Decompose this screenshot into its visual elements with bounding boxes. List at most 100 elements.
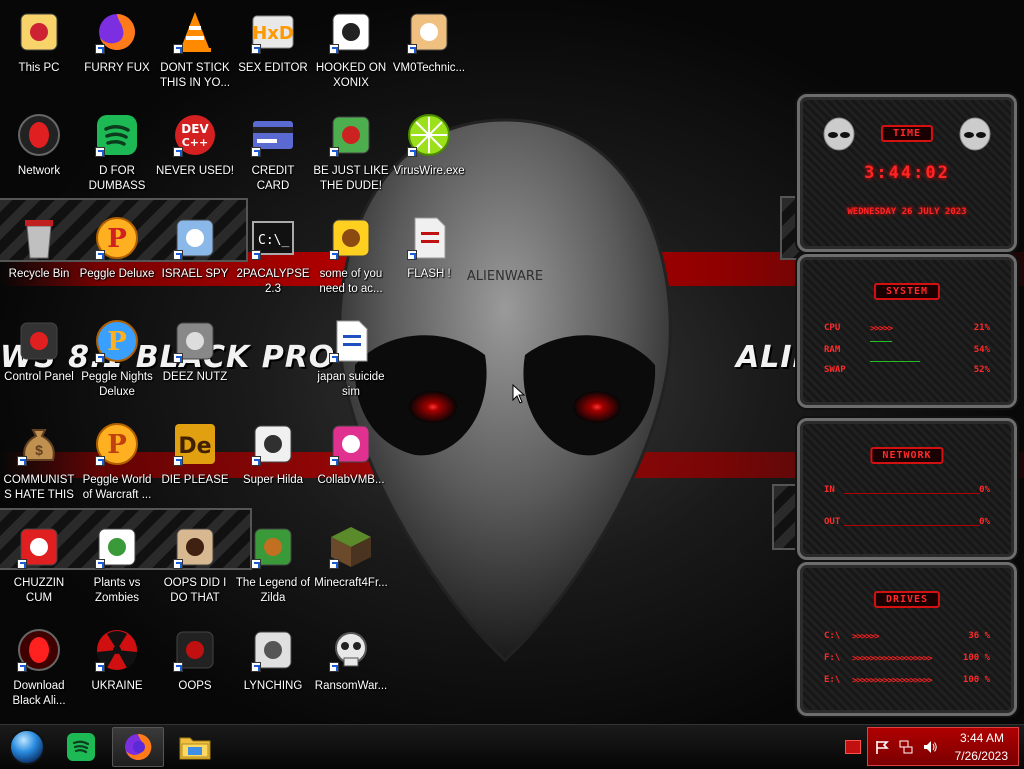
credit-card-icon xyxy=(249,111,297,159)
cpu-bar: >>>>> xyxy=(870,324,893,334)
skull-icon xyxy=(327,626,375,674)
network-in-label: IN xyxy=(824,485,835,495)
desktop-icon[interactable]: Plants vs Zombies xyxy=(78,523,156,606)
tray-alert-icon[interactable] xyxy=(845,740,861,754)
desktop-icon[interactable]: UKRAINE xyxy=(78,626,156,694)
cartoon-face-icon xyxy=(15,8,63,56)
svg-text:De: De xyxy=(178,434,211,459)
desktop-icon[interactable]: FLASH ! xyxy=(390,214,468,282)
desktop-icon[interactable]: CREDIT CARD CHECKER xyxy=(234,111,312,194)
shortcut-arrow-icon xyxy=(95,250,105,260)
desktop-icon[interactable]: C:\_ 2PACALYPSE 2.3 xyxy=(234,214,312,297)
desktop-icon[interactable]: P Peggle World of Warcraft ... xyxy=(78,420,156,503)
shortcut-arrow-icon xyxy=(17,456,27,466)
network-out-label: OUT xyxy=(824,517,841,527)
desktop-icon-label: BE JUST LIKE THE DUDE! xyxy=(313,165,389,192)
desktop-icon[interactable]: BE JUST LIKE THE DUDE! xyxy=(312,111,390,194)
shortcut-arrow-icon xyxy=(251,456,261,466)
shortcut-arrow-icon xyxy=(173,456,183,466)
desktop-icon-label: FURRY FUX xyxy=(84,62,150,74)
desktop-icon-label: COMMUNISTS HATE THIS G... xyxy=(3,474,75,501)
desktop-icon[interactable]: P Peggle Nights Deluxe xyxy=(78,317,156,400)
pixel-character-icon xyxy=(249,420,297,468)
desktop-icon[interactable]: FURRY FUX xyxy=(78,8,156,76)
collabvm-icon xyxy=(327,420,375,468)
start-button[interactable] xyxy=(2,727,52,767)
desktop-icon[interactable]: CollabVMB... xyxy=(312,420,390,488)
stacked-windows-icon xyxy=(171,317,219,365)
desktop-icon[interactable]: DEEZ NUTZ xyxy=(156,317,234,385)
tray-clock-time[interactable]: 3:44 AM xyxy=(960,731,1004,745)
drive-e-bar: >>>>>>>>>>>>>>>>>> xyxy=(852,676,933,686)
taskbar-firefox-button[interactable] xyxy=(112,727,164,767)
volume-icon[interactable] xyxy=(922,739,938,755)
swap-value: 52% xyxy=(973,365,990,375)
desktop-icon[interactable]: The Legend of Zilda xyxy=(234,523,312,606)
desktop-icon-label: Peggle Nights Deluxe xyxy=(81,371,153,398)
desktop-icon[interactable]: P Peggle Deluxe xyxy=(78,214,156,282)
desktop-icon-label: The Legend of Zilda xyxy=(235,577,311,604)
shortcut-arrow-icon xyxy=(173,353,183,363)
radiation-icon xyxy=(93,626,141,674)
desktop-icon[interactable]: Super Hilda xyxy=(234,420,312,488)
drive-e-value: 100 % xyxy=(962,675,990,685)
desktop-icon-label: Peggle World of Warcraft ... xyxy=(82,474,152,501)
shortcut-arrow-icon xyxy=(329,250,339,260)
time-widget-date: WEDNESDAY 26 JULY 2023 xyxy=(847,207,967,217)
desktop-icon[interactable]: VirusWire.exe xyxy=(390,111,468,179)
desktop-icon[interactable]: HxD SEX EDITOR xyxy=(234,8,312,76)
swap-label: SWAP xyxy=(824,365,846,375)
svg-text:$: $ xyxy=(35,442,43,458)
desktop-icon[interactable]: OOPS DID I DO THAT xyxy=(156,523,234,606)
desktop-icon[interactable]: DEV C++ NEVER USED! xyxy=(156,111,234,179)
desktop-icon[interactable]: D FOR DUMBASS xyxy=(78,111,156,194)
ram-label: RAM xyxy=(824,345,841,355)
desktop-icon[interactable]: De DIE PLEASE xyxy=(156,420,234,488)
taskbar-spotify-button[interactable] xyxy=(56,727,106,767)
desktop-icon[interactable]: RansomWar... xyxy=(312,626,390,694)
network-in-graph xyxy=(844,493,980,494)
desktop-icon-label: VM0Technic... xyxy=(392,62,466,74)
desktop-icon[interactable]: $ COMMUNISTS HATE THIS G... xyxy=(0,420,78,503)
desktop-icon[interactable]: CHUZZIN CUM xyxy=(0,523,78,606)
network-out-value: 0% xyxy=(979,517,990,527)
desktop-icon[interactable]: DONT STICK THIS IN YO... xyxy=(156,8,234,91)
desktop-icon[interactable]: ISRAEL SPY xyxy=(156,214,234,282)
desktop-icon[interactable]: LYNCHING xyxy=(234,626,312,694)
desktop-icon[interactable]: Minecraft4Fr... xyxy=(312,523,390,591)
desktop-icon[interactable]: Control Panel xyxy=(0,317,78,385)
desktop-icon-label: Network xyxy=(17,165,61,177)
desktop-icon[interactable]: OOPS xyxy=(156,626,234,694)
desktop-icon[interactable]: Recycle Bin xyxy=(0,214,78,282)
tray-clock-date[interactable]: 7/26/2023 xyxy=(955,749,1008,763)
chuzzle-icon xyxy=(15,523,63,571)
desktop[interactable]: WS 8.1 BLACK PRO ALIENWARE ALIENWARE Thi… xyxy=(0,0,1024,724)
desktop-icon[interactable]: Network xyxy=(0,111,78,179)
desktop-icon-label: HOOKED ON XONIX xyxy=(315,62,387,89)
action-center-flag-icon[interactable] xyxy=(874,739,890,755)
shortcut-arrow-icon xyxy=(173,147,183,157)
shortcut-arrow-icon xyxy=(329,456,339,466)
drive-f-row: F:\ >>>>>>>>>>>>>>>>>> 100 % xyxy=(824,653,990,667)
flower-icon xyxy=(93,523,141,571)
cpu-value: 21% xyxy=(973,323,990,333)
desktop-icon[interactable]: HOOKED ON XONIX xyxy=(312,8,390,91)
taskbar-file-explorer-button[interactable] xyxy=(170,727,220,767)
desktop-icon[interactable]: This PC xyxy=(0,8,78,76)
svg-text:P: P xyxy=(107,430,127,460)
network-icon[interactable] xyxy=(898,739,914,755)
desktop-icon[interactable]: some of you need to ac... xyxy=(312,214,390,297)
desktop-icon[interactable]: VM0Technic... xyxy=(390,8,468,76)
desktop-icon-label: RansomWar... xyxy=(314,680,388,692)
svg-text:HxD: HxD xyxy=(252,23,294,44)
mouse-cursor-icon xyxy=(512,384,526,404)
svg-text:C++: C++ xyxy=(182,136,209,149)
desktop-icon-label: Minecraft4Fr... xyxy=(314,577,388,589)
desktop-icon[interactable]: japan suicide sim xyxy=(312,317,390,400)
network-out-graph xyxy=(844,525,980,526)
xonix-game-icon xyxy=(327,8,375,56)
desktop-icon[interactable]: Download Black Ali... xyxy=(0,626,78,709)
desktop-icon-label: Recycle Bin xyxy=(8,268,70,280)
drives-widget: DRIVES C:\ >>>>>> 36 % F:\ >>>>>>>>>>>>>… xyxy=(797,562,1017,716)
desktop-icon-label: FLASH ! xyxy=(407,268,451,280)
